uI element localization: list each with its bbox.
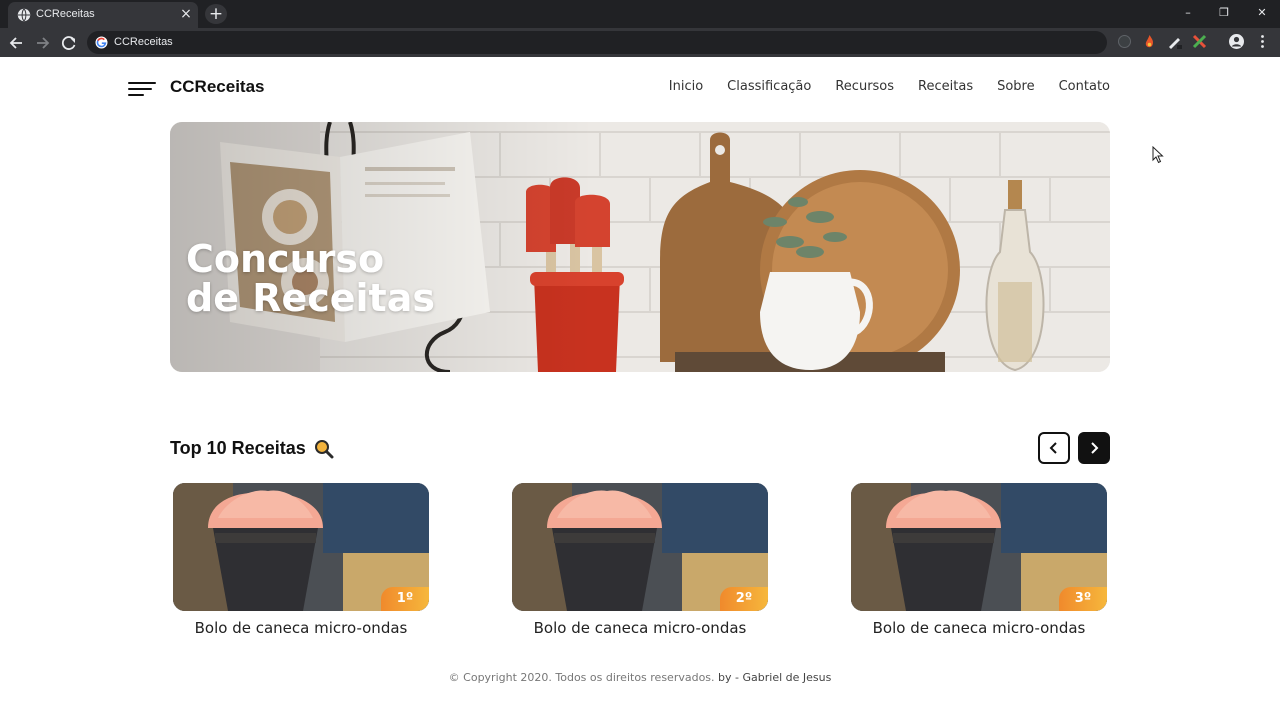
carousel-prev-button[interactable] bbox=[1038, 432, 1070, 464]
recipe-title[interactable]: Bolo de caneca micro-ondas bbox=[173, 619, 429, 637]
rank-badge: 3º bbox=[1059, 587, 1107, 611]
page-content: CCReceitas Inicio Classificação Recursos… bbox=[0, 57, 1280, 720]
nav-item-receitas[interactable]: Receitas bbox=[918, 79, 973, 94]
rank-badge: 1º bbox=[381, 587, 429, 611]
reload-icon[interactable] bbox=[58, 32, 80, 54]
hero-title: Concurso de Receitas bbox=[186, 237, 435, 320]
rank-badge: 2º bbox=[720, 587, 768, 611]
profile-avatar-icon[interactable] bbox=[1228, 33, 1245, 50]
nav-item-recursos[interactable]: Recursos bbox=[835, 79, 894, 94]
nav-item-contato[interactable]: Contato bbox=[1059, 79, 1110, 94]
recipe-title[interactable]: Bolo de caneca micro-ondas bbox=[512, 619, 768, 637]
recipe-image: 2º bbox=[512, 483, 768, 611]
extension-x-icon[interactable] bbox=[1191, 33, 1208, 50]
browser-toolbar: CCReceitas bbox=[0, 28, 1280, 57]
top10-heading: Top 10 Receitas bbox=[170, 438, 334, 459]
main-nav: Inicio Classificação Recursos Receitas S… bbox=[669, 79, 1110, 94]
extension-circle-icon[interactable] bbox=[1116, 33, 1133, 50]
new-tab-button[interactable]: + bbox=[205, 4, 227, 24]
nav-item-classificacao[interactable]: Classificação bbox=[727, 79, 811, 94]
chevron-left-icon bbox=[1049, 442, 1057, 454]
recipe-card[interactable]: 2º Bolo de caneca micro-ondas bbox=[512, 483, 768, 637]
nav-item-sobre[interactable]: Sobre bbox=[997, 79, 1035, 94]
extension-flame-icon[interactable] bbox=[1141, 33, 1158, 50]
mouse-cursor-icon bbox=[1152, 146, 1164, 164]
nav-item-inicio[interactable]: Inicio bbox=[669, 79, 703, 94]
back-arrow-icon[interactable] bbox=[6, 32, 28, 54]
recipe-card[interactable]: 3º Bolo de caneca micro-ondas bbox=[851, 483, 1107, 637]
globe-icon bbox=[17, 8, 31, 22]
browser-chrome: CCReceitas × + – ❐ ✕ CCReceitas bbox=[0, 0, 1280, 57]
recipe-title[interactable]: Bolo de caneca micro-ondas bbox=[851, 619, 1107, 637]
footer: © Copyright 2020. Todos os direitos rese… bbox=[0, 671, 1280, 684]
forward-arrow-icon[interactable] bbox=[31, 32, 53, 54]
browser-menu-icon[interactable] bbox=[1254, 33, 1271, 50]
google-g-icon bbox=[95, 36, 108, 49]
address-bar[interactable]: CCReceitas bbox=[87, 31, 1107, 54]
menu-icon[interactable] bbox=[128, 82, 156, 98]
address-text: CCReceitas bbox=[114, 36, 173, 48]
minimize-button[interactable]: – bbox=[1174, 4, 1202, 22]
hero-banner: Concurso de Receitas bbox=[170, 122, 1110, 372]
close-window-button[interactable]: ✕ bbox=[1248, 4, 1276, 22]
tab-strip: CCReceitas × + – ❐ ✕ bbox=[0, 0, 1280, 28]
site-logo[interactable]: CCReceitas bbox=[170, 77, 265, 97]
copyright-text: © Copyright 2020. Todos os direitos rese… bbox=[448, 671, 715, 684]
browser-tab[interactable]: CCReceitas × bbox=[8, 2, 198, 28]
magnifier-icon bbox=[314, 439, 334, 458]
chevron-right-icon bbox=[1091, 442, 1099, 454]
extension-pen-icon[interactable] bbox=[1166, 33, 1183, 50]
recipe-image: 1º bbox=[173, 483, 429, 611]
author-credit: by - Gabriel de Jesus bbox=[718, 671, 832, 684]
tab-close-icon[interactable]: × bbox=[179, 7, 193, 21]
restore-button[interactable]: ❐ bbox=[1210, 4, 1238, 22]
recipe-image: 3º bbox=[851, 483, 1107, 611]
tab-title: CCReceitas bbox=[36, 8, 95, 20]
top10-title: Top 10 Receitas bbox=[170, 438, 306, 458]
recipe-card[interactable]: 1º Bolo de caneca micro-ondas bbox=[173, 483, 429, 637]
carousel-next-button[interactable] bbox=[1078, 432, 1110, 464]
